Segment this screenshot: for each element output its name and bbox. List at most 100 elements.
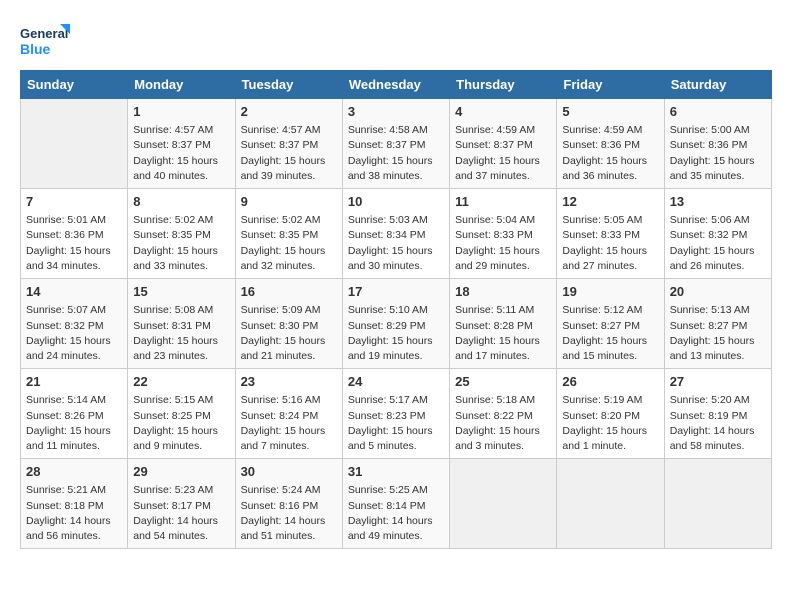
day-header-tuesday: Tuesday [235,71,342,99]
day-number: 8 [133,193,229,211]
calendar-cell: 4 Sunrise: 4:59 AM Sunset: 8:37 PM Daylig… [450,99,557,189]
day-number: 11 [455,193,551,211]
day-number: 9 [241,193,337,211]
calendar-cell: 27 Sunrise: 5:20 AM Sunset: 8:19 PM Dayli… [664,369,771,459]
day-number: 13 [670,193,766,211]
calendar-table: SundayMondayTuesdayWednesdayThursdayFrid… [20,70,772,549]
day-number: 30 [241,463,337,481]
calendar-cell [450,459,557,549]
calendar-week-5: 28Sunrise: 5:21 AM Sunset: 8:18 PM Dayli… [21,459,772,549]
day-number: 4 [455,103,551,121]
day-number: 1 [133,103,229,121]
day-info: Sunrise: 5:17 AM Sunset: 8:23 PM Dayligh… [348,393,444,454]
page-header: General Blue [20,20,772,62]
day-info: Sunrise: 4:57 AM Sunset: 8:37 PM Dayligh… [241,123,337,184]
day-header-wednesday: Wednesday [342,71,449,99]
day-number: 31 [348,463,444,481]
day-number: 12 [562,193,658,211]
calendar-cell [557,459,664,549]
day-header-monday: Monday [128,71,235,99]
calendar-week-1: 1 Sunrise: 4:57 AM Sunset: 8:37 PM Daylig… [21,99,772,189]
day-number: 10 [348,193,444,211]
calendar-cell: 9 Sunrise: 5:02 AM Sunset: 8:35 PM Daylig… [235,189,342,279]
logo-svg: General Blue [20,20,70,62]
calendar-week-2: 7 Sunrise: 5:01 AM Sunset: 8:36 PM Daylig… [21,189,772,279]
calendar-cell: 3Sunrise: 4:58 AM Sunset: 8:37 PM Daylig… [342,99,449,189]
calendar-cell: 28Sunrise: 5:21 AM Sunset: 8:18 PM Dayli… [21,459,128,549]
day-number: 29 [133,463,229,481]
calendar-header-row: SundayMondayTuesdayWednesdayThursdayFrid… [21,71,772,99]
day-header-sunday: Sunday [21,71,128,99]
calendar-cell: 13 Sunrise: 5:06 AM Sunset: 8:32 PM Dayli… [664,189,771,279]
calendar-cell: 29 Sunrise: 5:23 AM Sunset: 8:17 PM Dayli… [128,459,235,549]
svg-text:Blue: Blue [20,41,51,57]
calendar-cell: 31Sunrise: 5:25 AM Sunset: 8:14 PM Dayli… [342,459,449,549]
calendar-cell: 21Sunrise: 5:14 AM Sunset: 8:26 PM Dayli… [21,369,128,459]
day-info: Sunrise: 4:57 AM Sunset: 8:37 PM Dayligh… [133,123,229,184]
calendar-week-4: 21Sunrise: 5:14 AM Sunset: 8:26 PM Dayli… [21,369,772,459]
day-number: 18 [455,283,551,301]
day-number: 5 [562,103,658,121]
svg-text:General: General [20,26,68,41]
calendar-cell: 1 Sunrise: 4:57 AM Sunset: 8:37 PM Daylig… [128,99,235,189]
day-info: Sunrise: 5:21 AM Sunset: 8:18 PM Dayligh… [26,483,122,544]
calendar-cell: 23 Sunrise: 5:16 AM Sunset: 8:24 PM Dayli… [235,369,342,459]
day-number: 14 [26,283,122,301]
calendar-cell: 14 Sunrise: 5:07 AM Sunset: 8:32 PM Dayli… [21,279,128,369]
day-info: Sunrise: 5:05 AM Sunset: 8:33 PM Dayligh… [562,213,658,274]
calendar-cell: 22 Sunrise: 5:15 AM Sunset: 8:25 PM Dayli… [128,369,235,459]
day-info: Sunrise: 5:01 AM Sunset: 8:36 PM Dayligh… [26,213,122,274]
calendar-cell: 24 Sunrise: 5:17 AM Sunset: 8:23 PM Dayli… [342,369,449,459]
day-info: Sunrise: 5:02 AM Sunset: 8:35 PM Dayligh… [241,213,337,274]
calendar-cell: 6Sunrise: 5:00 AM Sunset: 8:36 PM Daylig… [664,99,771,189]
day-header-friday: Friday [557,71,664,99]
day-number: 23 [241,373,337,391]
calendar-cell: 25 Sunrise: 5:18 AM Sunset: 8:22 PM Dayli… [450,369,557,459]
day-info: Sunrise: 5:14 AM Sunset: 8:26 PM Dayligh… [26,393,122,454]
day-info: Sunrise: 5:15 AM Sunset: 8:25 PM Dayligh… [133,393,229,454]
day-number: 25 [455,373,551,391]
day-number: 15 [133,283,229,301]
day-info: Sunrise: 5:06 AM Sunset: 8:32 PM Dayligh… [670,213,766,274]
calendar-cell: 5Sunrise: 4:59 AM Sunset: 8:36 PM Daylig… [557,99,664,189]
day-number: 22 [133,373,229,391]
day-number: 7 [26,193,122,211]
day-info: Sunrise: 5:09 AM Sunset: 8:30 PM Dayligh… [241,303,337,364]
day-info: Sunrise: 5:08 AM Sunset: 8:31 PM Dayligh… [133,303,229,364]
day-info: Sunrise: 5:13 AM Sunset: 8:27 PM Dayligh… [670,303,766,364]
day-info: Sunrise: 5:00 AM Sunset: 8:36 PM Dayligh… [670,123,766,184]
day-info: Sunrise: 5:18 AM Sunset: 8:22 PM Dayligh… [455,393,551,454]
day-header-thursday: Thursday [450,71,557,99]
day-info: Sunrise: 5:16 AM Sunset: 8:24 PM Dayligh… [241,393,337,454]
day-number: 24 [348,373,444,391]
day-info: Sunrise: 4:58 AM Sunset: 8:37 PM Dayligh… [348,123,444,184]
calendar-cell: 20 Sunrise: 5:13 AM Sunset: 8:27 PM Dayli… [664,279,771,369]
day-info: Sunrise: 5:07 AM Sunset: 8:32 PM Dayligh… [26,303,122,364]
day-number: 19 [562,283,658,301]
day-info: Sunrise: 4:59 AM Sunset: 8:37 PM Dayligh… [455,123,551,184]
calendar-cell [664,459,771,549]
day-info: Sunrise: 5:02 AM Sunset: 8:35 PM Dayligh… [133,213,229,274]
day-number: 27 [670,373,766,391]
day-number: 17 [348,283,444,301]
day-number: 20 [670,283,766,301]
day-info: Sunrise: 5:12 AM Sunset: 8:27 PM Dayligh… [562,303,658,364]
day-info: Sunrise: 5:19 AM Sunset: 8:20 PM Dayligh… [562,393,658,454]
calendar-cell: 11Sunrise: 5:04 AM Sunset: 8:33 PM Dayli… [450,189,557,279]
day-info: Sunrise: 5:03 AM Sunset: 8:34 PM Dayligh… [348,213,444,274]
logo: General Blue [20,20,70,62]
calendar-cell [21,99,128,189]
day-number: 16 [241,283,337,301]
calendar-cell: 2Sunrise: 4:57 AM Sunset: 8:37 PM Daylig… [235,99,342,189]
calendar-cell: 7 Sunrise: 5:01 AM Sunset: 8:36 PM Daylig… [21,189,128,279]
calendar-cell: 8 Sunrise: 5:02 AM Sunset: 8:35 PM Daylig… [128,189,235,279]
calendar-cell: 18Sunrise: 5:11 AM Sunset: 8:28 PM Dayli… [450,279,557,369]
calendar-cell: 12 Sunrise: 5:05 AM Sunset: 8:33 PM Dayli… [557,189,664,279]
day-number: 26 [562,373,658,391]
calendar-week-3: 14 Sunrise: 5:07 AM Sunset: 8:32 PM Dayli… [21,279,772,369]
day-info: Sunrise: 5:23 AM Sunset: 8:17 PM Dayligh… [133,483,229,544]
day-info: Sunrise: 5:20 AM Sunset: 8:19 PM Dayligh… [670,393,766,454]
calendar-cell: 16 Sunrise: 5:09 AM Sunset: 8:30 PM Dayli… [235,279,342,369]
calendar-cell: 30Sunrise: 5:24 AM Sunset: 8:16 PM Dayli… [235,459,342,549]
calendar-cell: 15 Sunrise: 5:08 AM Sunset: 8:31 PM Dayli… [128,279,235,369]
